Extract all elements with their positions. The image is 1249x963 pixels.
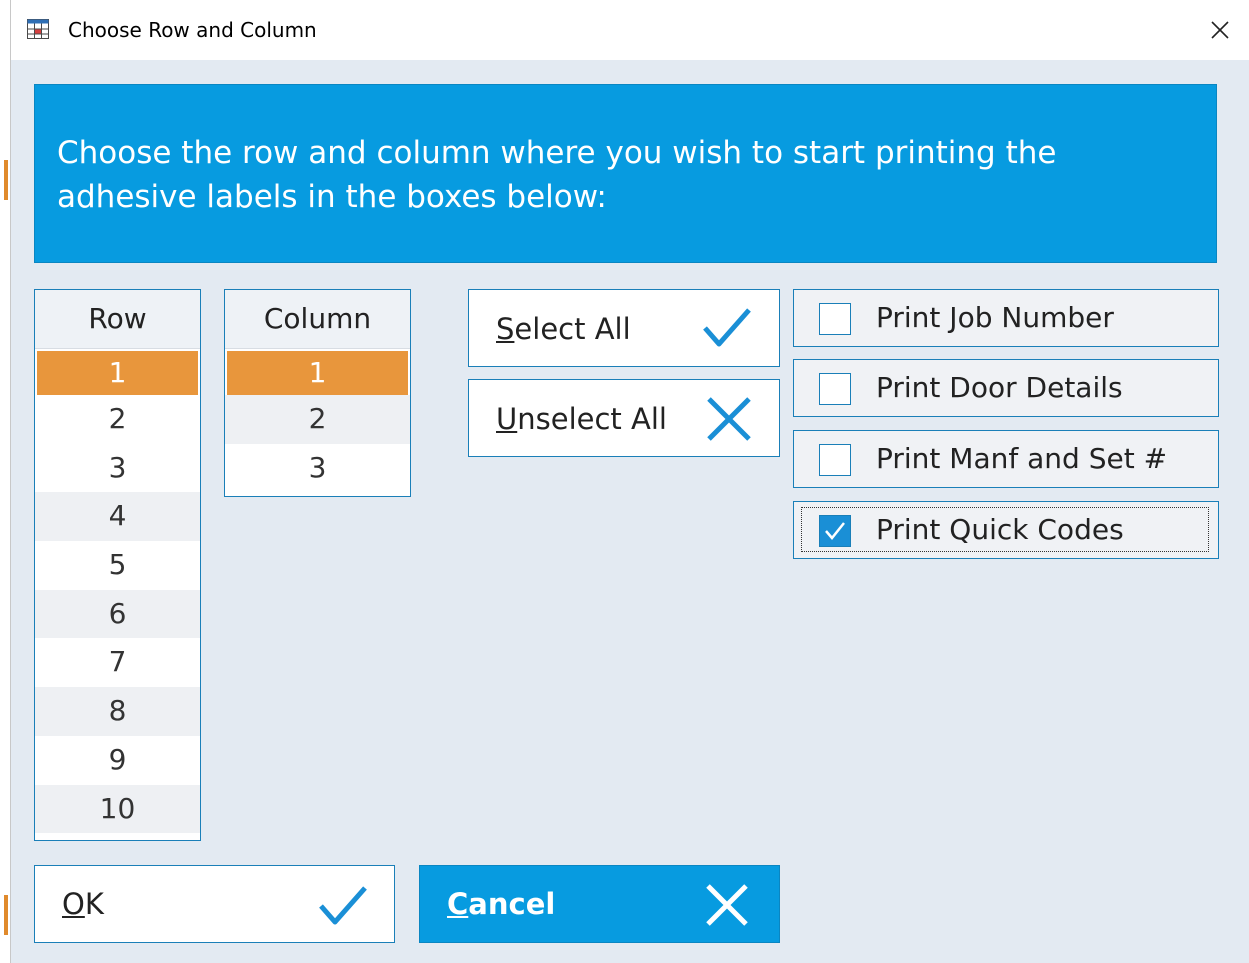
check-icon xyxy=(703,308,751,347)
column-listbox[interactable]: Column 1 2 3 xyxy=(224,289,411,497)
list-item[interactable]: 10 xyxy=(35,784,200,834)
list-item[interactable]: 6 xyxy=(35,589,200,639)
list-item[interactable]: 2 xyxy=(225,395,410,444)
background-marker xyxy=(4,895,8,935)
print-door-details-checkbox[interactable]: Print Door Details xyxy=(793,359,1219,417)
cancel-label: Cancel xyxy=(447,887,556,921)
instruction-text: Choose the row and column where you wish… xyxy=(57,135,1057,215)
checkbox-box[interactable] xyxy=(819,515,851,547)
checkbox-label: Print Job Number xyxy=(876,301,1114,334)
list-item[interactable]: 8 xyxy=(35,687,200,736)
instruction-banner: Choose the row and column where you wish… xyxy=(34,84,1217,263)
check-icon xyxy=(319,886,367,925)
list-item[interactable]: 4 xyxy=(35,492,200,542)
checkbox-box[interactable] xyxy=(819,303,851,335)
window-title: Choose Row and Column xyxy=(68,18,317,42)
close-icon xyxy=(1211,21,1229,39)
list-item[interactable]: 3 xyxy=(225,444,410,493)
row-listbox[interactable]: Row 1 2 3 4 5 6 7 8 9 10 xyxy=(34,289,201,841)
ok-label: OK xyxy=(62,887,104,921)
grid-window-icon xyxy=(27,19,49,39)
background-marker xyxy=(4,160,8,200)
cross-icon xyxy=(706,884,748,926)
list-item[interactable]: 7 xyxy=(35,638,200,687)
background-window-edge xyxy=(0,0,11,963)
list-item[interactable]: 5 xyxy=(35,541,200,590)
title-bar: Choose Row and Column xyxy=(11,0,1249,60)
checkbox-label: Print Quick Codes xyxy=(876,513,1124,546)
unselect-all-label: Unselect All xyxy=(496,402,667,436)
checkbox-label: Print Manf and Set # xyxy=(876,442,1168,475)
checkmark-icon xyxy=(825,522,845,540)
select-all-label: Select All xyxy=(496,312,631,346)
list-item[interactable]: 3 xyxy=(35,444,200,493)
close-button[interactable] xyxy=(1191,0,1249,60)
cancel-button[interactable]: Cancel xyxy=(419,865,780,943)
list-item[interactable]: 1 xyxy=(37,351,198,395)
checkbox-label: Print Door Details xyxy=(876,371,1123,404)
print-job-number-checkbox[interactable]: Print Job Number xyxy=(793,289,1219,347)
list-item[interactable]: 9 xyxy=(35,736,200,785)
ok-button[interactable]: OK xyxy=(34,865,395,943)
checkbox-box[interactable] xyxy=(819,373,851,405)
checkbox-box[interactable] xyxy=(819,444,851,476)
list-item[interactable]: 1 xyxy=(227,351,408,395)
row-list-header: Row xyxy=(35,290,200,349)
cross-icon xyxy=(707,397,751,441)
print-quick-codes-checkbox[interactable]: Print Quick Codes xyxy=(793,501,1219,559)
list-item[interactable]: 2 xyxy=(35,395,200,444)
print-manf-and-set-checkbox[interactable]: Print Manf and Set # xyxy=(793,430,1219,488)
dialog-window: Choose Row and Column Choose the row and… xyxy=(11,0,1249,963)
column-list-header: Column xyxy=(225,290,410,349)
unselect-all-button[interactable]: Unselect All xyxy=(468,379,780,457)
select-all-button[interactable]: Select All xyxy=(468,289,780,367)
